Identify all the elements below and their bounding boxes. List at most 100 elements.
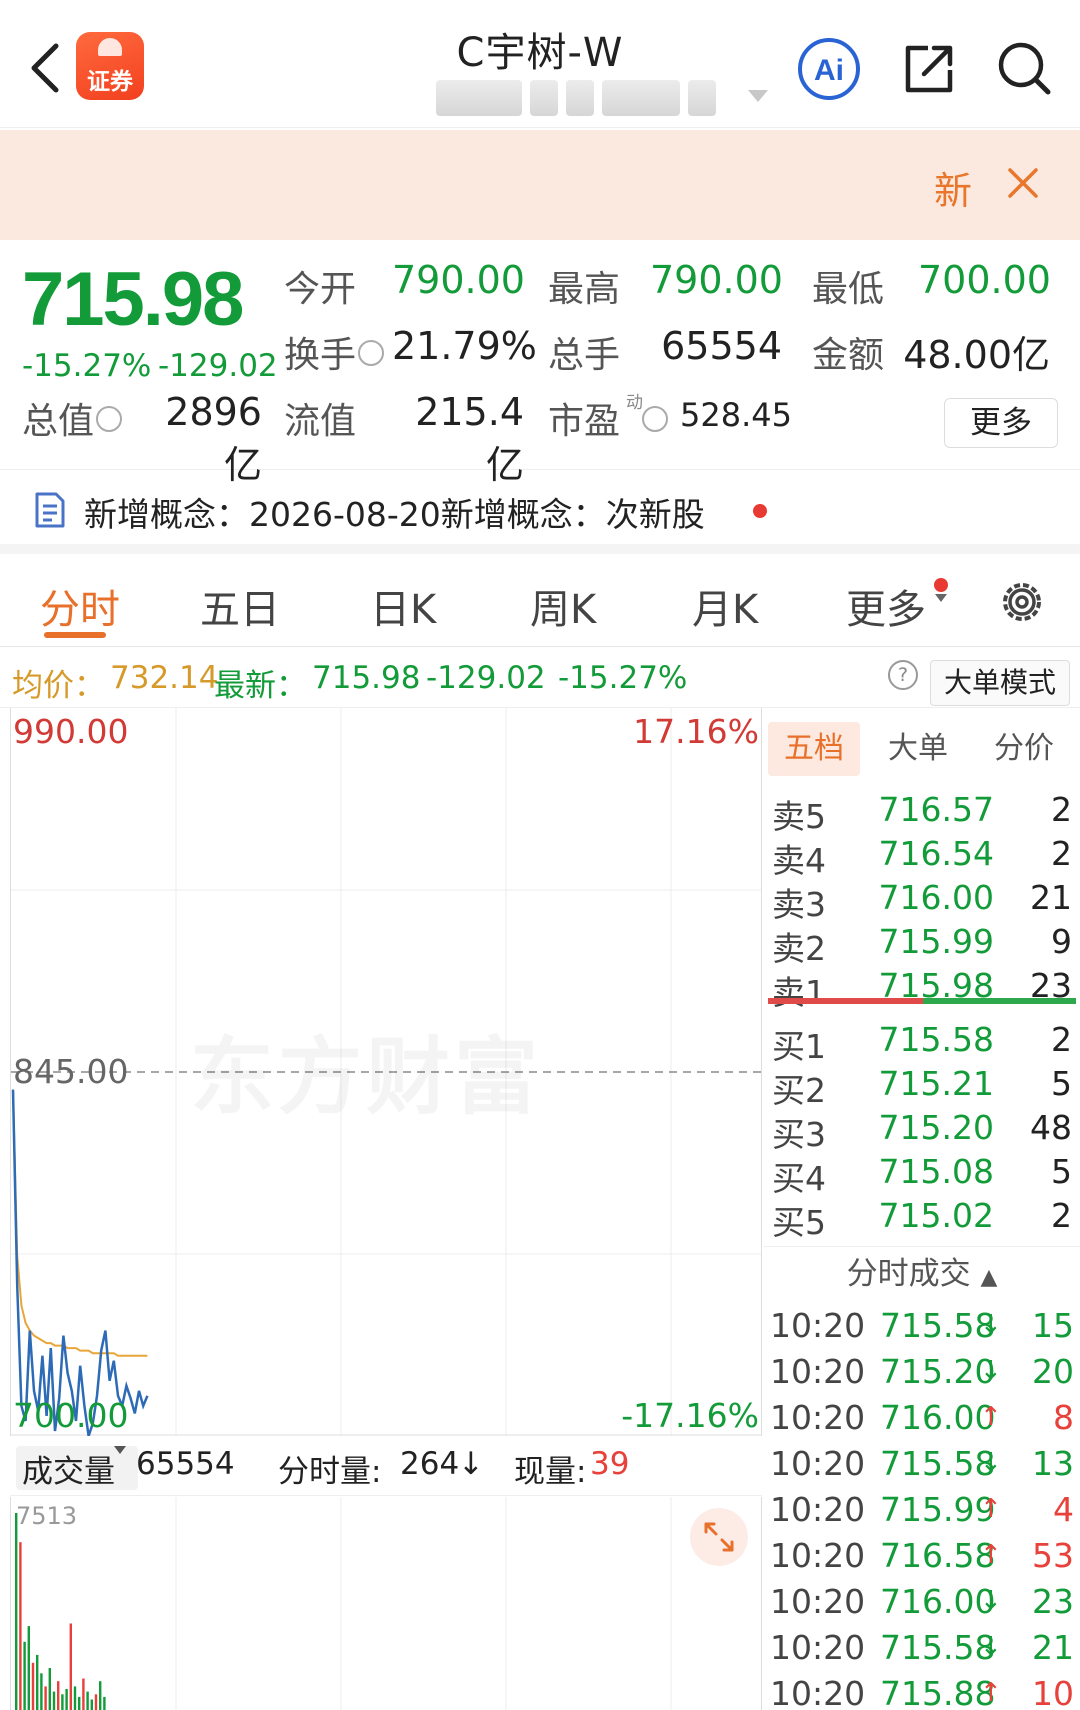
trade-volume: 21 bbox=[1032, 1628, 1074, 1667]
trade-direction: ↓ bbox=[980, 1586, 1002, 1616]
share-icon[interactable] bbox=[900, 40, 958, 98]
bid-row: 买4 715.08 5 bbox=[764, 1152, 1080, 1198]
trade-price: 715.99 bbox=[880, 1490, 996, 1529]
ask-volume: 9 bbox=[1051, 922, 1072, 961]
tab-daily-k[interactable]: 日K bbox=[370, 577, 436, 635]
trade-price: 716.58 bbox=[880, 1536, 996, 1575]
latest-label: 最新： bbox=[214, 668, 307, 704]
volume-axis-max: 7513 bbox=[16, 1502, 78, 1530]
y-axis-mid: 845.00 bbox=[13, 1052, 129, 1091]
volume-total: 65554 bbox=[136, 1446, 235, 1482]
pe-label[interactable]: 市盈 bbox=[548, 392, 669, 444]
volume-bar-mark bbox=[61, 1694, 64, 1710]
quote-panel: 715.98 -15.27% -129.02 今开 790.00 最高 790.… bbox=[0, 240, 1080, 487]
info-icon[interactable] bbox=[96, 406, 123, 432]
volume-chart[interactable] bbox=[10, 1497, 762, 1710]
tab-price-distribution[interactable]: 分价 bbox=[974, 722, 1074, 776]
more-quote-button[interactable]: 更多 bbox=[944, 398, 1058, 448]
open-value: 790.00 bbox=[392, 258, 525, 302]
turnover-label[interactable]: 换手 bbox=[284, 326, 385, 378]
svg-text:Ai: Ai bbox=[814, 54, 844, 87]
avg-label: 均价： bbox=[12, 668, 105, 704]
ask-row: 卖4 716.54 2 bbox=[764, 834, 1080, 880]
ask-volume: 2 bbox=[1051, 790, 1072, 829]
concept-text: 新增概念：2026-08-20新增概念：次新股 bbox=[84, 495, 705, 534]
expand-chart-button[interactable] bbox=[690, 1508, 748, 1566]
volume-bar-mark bbox=[73, 1686, 77, 1710]
back-icon[interactable] bbox=[24, 40, 68, 96]
info-icon[interactable] bbox=[642, 406, 669, 432]
chevron-down-icon[interactable] bbox=[748, 90, 768, 102]
stock-subtitle-redacted[interactable] bbox=[436, 80, 716, 116]
logo-text: 证券 bbox=[87, 69, 133, 95]
notice-banner[interactable]: 新 bbox=[0, 130, 1080, 240]
volume-bar-mark bbox=[52, 1691, 56, 1710]
trade-row: 10:20 715.58 ↓ 13 bbox=[764, 1444, 1080, 1490]
concept-notice[interactable]: 新增概念：2026-08-20新增概念：次新股 bbox=[0, 470, 1080, 554]
turnover-value: 21.79% bbox=[392, 324, 537, 368]
trades-header[interactable]: 分时成交 ▲ bbox=[764, 1246, 1080, 1300]
volume-bar-mark bbox=[90, 1699, 93, 1710]
tab-weekly-k[interactable]: 周K bbox=[530, 577, 596, 635]
trade-direction: ↑ bbox=[980, 1678, 1002, 1708]
ask-label: 卖4 bbox=[772, 841, 826, 880]
trade-volume: 15 bbox=[1032, 1306, 1074, 1345]
tab-big-orders[interactable]: 大单 bbox=[872, 722, 964, 776]
volume-bar-mark bbox=[82, 1678, 85, 1710]
bid-row: 买2 715.21 5 bbox=[764, 1064, 1080, 1110]
tab-more[interactable]: 更多 bbox=[846, 577, 926, 635]
trade-price: 716.00 bbox=[880, 1582, 996, 1621]
volume-bar-mark bbox=[23, 1641, 26, 1710]
ai-icon[interactable]: Ai bbox=[796, 36, 862, 102]
float-label: 流值 bbox=[284, 401, 357, 442]
volume-bars bbox=[15, 1513, 106, 1710]
tab-five-day[interactable]: 五日 bbox=[200, 577, 280, 635]
bid-price: 715.20 bbox=[878, 1108, 994, 1147]
volume-bar-mark bbox=[40, 1673, 43, 1710]
logo-icon[interactable]: 证券 bbox=[76, 32, 144, 100]
volume-bar-mark bbox=[94, 1694, 98, 1710]
big-order-mode-button[interactable]: 大单模式 bbox=[930, 660, 1070, 706]
bid-volume: 5 bbox=[1051, 1064, 1072, 1103]
trade-row: 10:20 716.58 ↑ 53 bbox=[764, 1536, 1080, 1582]
volume-value: 65554 bbox=[661, 324, 782, 368]
turnover-label-text: 换手 bbox=[284, 335, 357, 376]
trade-volume: 13 bbox=[1032, 1444, 1074, 1483]
mcap-label[interactable]: 总值 bbox=[22, 392, 123, 444]
y-axis-top: 990.00 bbox=[13, 712, 129, 751]
info-icon[interactable] bbox=[358, 340, 385, 366]
settings-icon[interactable] bbox=[996, 576, 1048, 628]
amount-label: 金额 bbox=[812, 335, 885, 376]
ask-row: 卖3 716.00 21 bbox=[764, 878, 1080, 924]
volume-bar-mark bbox=[69, 1623, 72, 1710]
volume-chart-svg bbox=[15, 1497, 672, 1710]
trade-price: 715.58 bbox=[880, 1628, 996, 1667]
tab-monthly-k[interactable]: 月K bbox=[692, 577, 758, 635]
tab-five-levels[interactable]: 五档 bbox=[768, 722, 860, 776]
ask-row: 卖2 715.99 9 bbox=[764, 922, 1080, 968]
search-icon[interactable] bbox=[994, 38, 1054, 98]
trade-time: 10:20 bbox=[770, 1444, 866, 1483]
volume-bar-mark bbox=[103, 1696, 106, 1710]
bid-volume: 2 bbox=[1051, 1020, 1072, 1059]
trade-volume: 4 bbox=[1053, 1490, 1074, 1529]
tab-intraday[interactable]: 分时 bbox=[40, 577, 120, 635]
trade-direction: ↓ bbox=[980, 1356, 1002, 1386]
arrow-down-icon: ↓ bbox=[458, 1446, 484, 1482]
unread-dot bbox=[753, 504, 767, 518]
ask-label: 卖3 bbox=[772, 885, 826, 924]
app-header: 证券 C宇树-W Ai bbox=[0, 0, 1080, 128]
bid-row: 买5 715.02 2 bbox=[764, 1196, 1080, 1242]
trade-direction: ↓ bbox=[980, 1448, 1002, 1478]
ask-price: 716.00 bbox=[878, 878, 994, 917]
trade-time: 10:20 bbox=[770, 1352, 866, 1391]
intraday-lines bbox=[11, 1089, 149, 1437]
close-icon[interactable] bbox=[1006, 166, 1040, 200]
trade-row: 10:20 715.58 ↓ 15 bbox=[764, 1306, 1080, 1352]
help-icon[interactable]: ? bbox=[888, 660, 918, 690]
volume-bar-mark bbox=[65, 1689, 68, 1710]
price-line bbox=[11, 1089, 149, 1437]
trade-time: 10:20 bbox=[770, 1582, 866, 1621]
volume-bar-mark bbox=[36, 1654, 39, 1710]
bid-price: 715.02 bbox=[878, 1196, 994, 1235]
